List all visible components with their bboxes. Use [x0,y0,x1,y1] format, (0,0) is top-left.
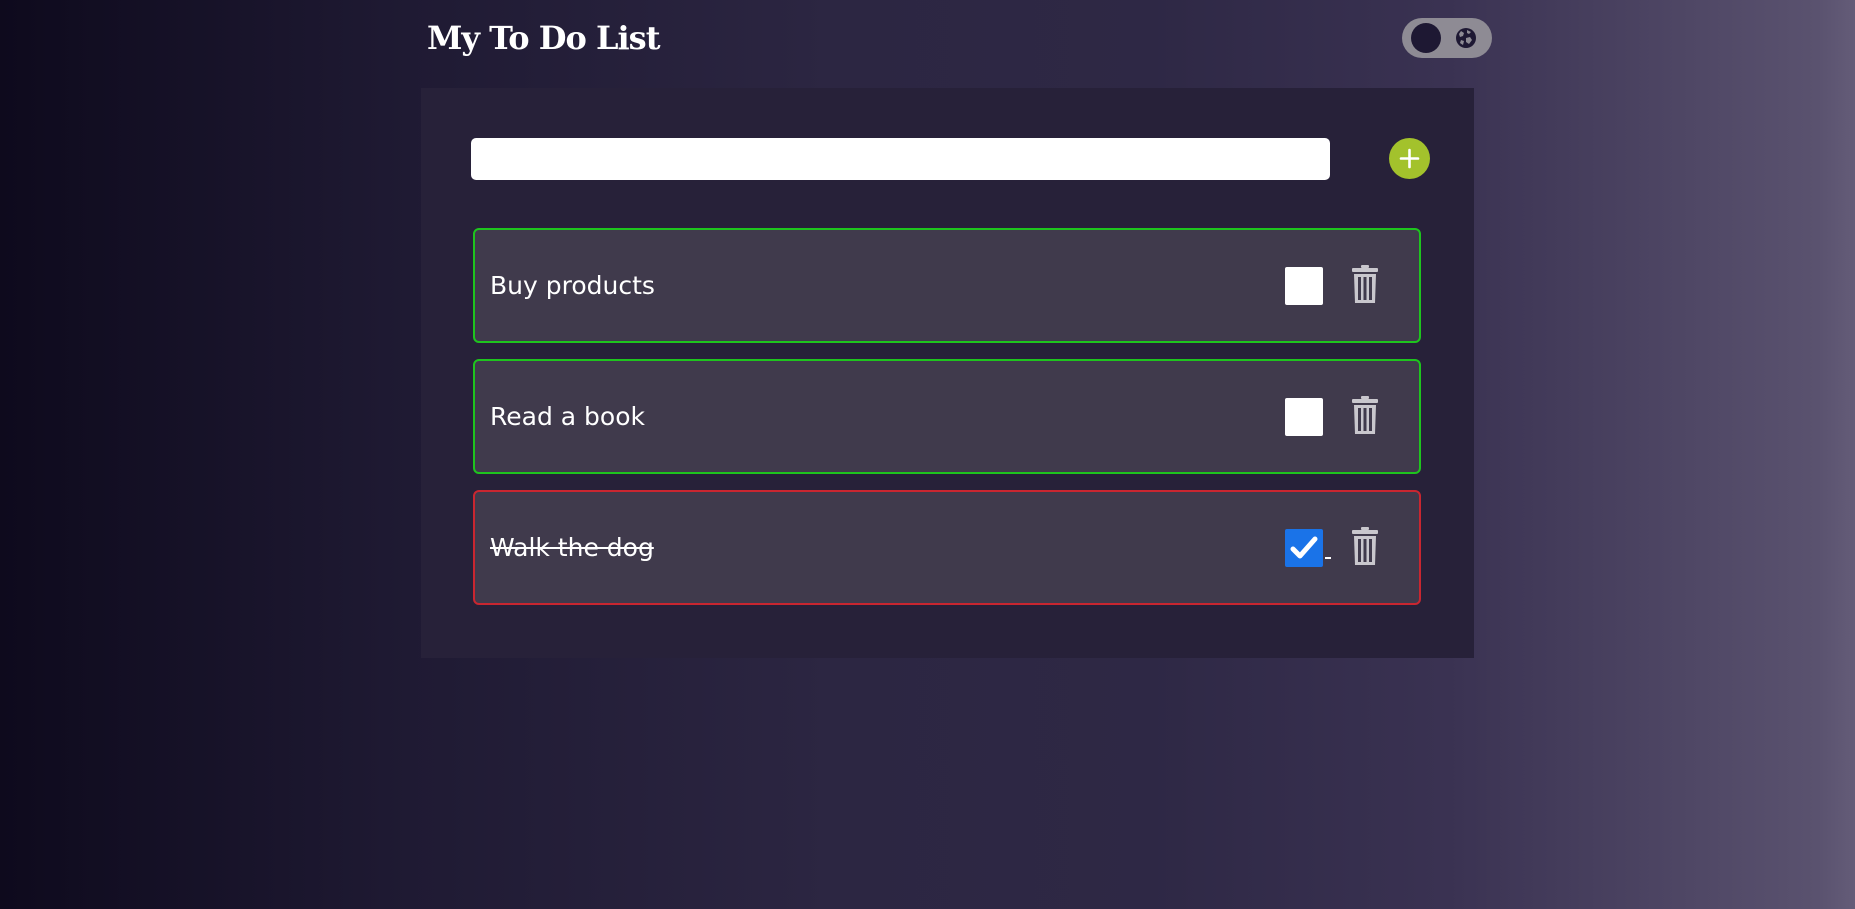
delete-task-button[interactable] [1350,395,1380,435]
task-checkbox[interactable] [1285,267,1323,305]
add-task-button[interactable] [1389,138,1430,179]
task-label: Walk the dog [490,533,654,562]
task-list: Buy products Read a book Walk the dog [473,228,1421,621]
trash-icon [1352,527,1378,565]
task-label: Buy products [490,271,655,300]
trash-icon [1352,396,1378,434]
globe-icon [1456,28,1476,48]
task-label: Read a book [490,402,645,431]
delete-task-button[interactable] [1350,526,1380,566]
checkbox-underscore [1325,557,1331,559]
delete-task-button[interactable] [1350,264,1380,304]
trash-icon [1352,265,1378,303]
task-item: Buy products [473,228,1421,343]
plus-icon [1399,148,1420,169]
todo-panel: Buy products Read a book Walk the dog [421,88,1474,658]
toggle-knob[interactable] [1411,23,1441,53]
checkmark-icon [1290,536,1318,559]
task-item-completed: Walk the dog [473,490,1421,605]
page-title: My To Do List [427,19,660,57]
task-checkbox-checked[interactable] [1285,529,1323,567]
task-checkbox[interactable] [1285,398,1323,436]
new-task-input[interactable] [471,138,1330,180]
theme-toggle[interactable] [1402,18,1492,58]
task-item: Read a book [473,359,1421,474]
